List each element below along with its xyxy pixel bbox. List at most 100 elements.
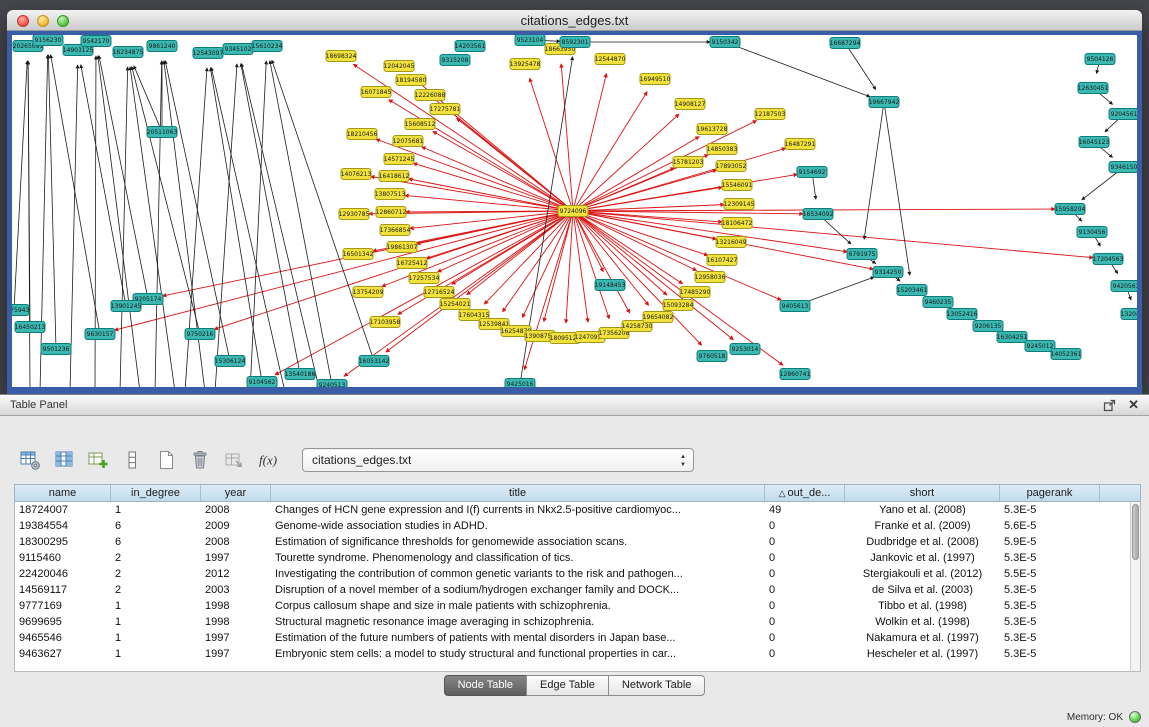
column-header-title[interactable]: title — [271, 485, 765, 501]
graph-node[interactable]: 19148453 — [595, 280, 626, 291]
import-table-icon[interactable] — [220, 446, 250, 473]
graph-node[interactable]: 9861240 — [147, 41, 177, 52]
graph-node[interactable]: 9130456 — [1077, 227, 1107, 238]
column-header-year[interactable]: year — [201, 485, 271, 501]
close-window-button[interactable] — [17, 15, 29, 27]
graph-node[interactable]: 9253014 — [730, 344, 760, 355]
network-canvas[interactable]: 9724096186983241204204516071845181945801… — [12, 35, 1137, 387]
graph-node[interactable]: 9315208 — [440, 55, 470, 66]
graph-node[interactable]: 9501236 — [41, 344, 71, 355]
graph-node[interactable]: 12958036 — [695, 272, 726, 283]
graph-node[interactable]: 15546091 — [722, 180, 753, 191]
graph-node[interactable]: 16418612 — [379, 171, 410, 182]
graph-node[interactable]: 18698324 — [326, 51, 357, 62]
table-row[interactable]: 946362711997Embryonic stem cells: a mode… — [15, 646, 1140, 662]
graph-node[interactable]: 8592301 — [560, 37, 590, 48]
graph-node[interactable]: 12544870 — [595, 54, 626, 65]
graph-node[interactable]: 12630451 — [1078, 83, 1109, 94]
graph-node[interactable]: 16487291 — [785, 139, 816, 150]
graph-node[interactable]: 9405613 — [780, 301, 810, 312]
graph-node[interactable]: 15610234 — [252, 41, 283, 52]
graph-node[interactable]: 13925478 — [510, 59, 541, 70]
graph-node[interactable]: 13540186 — [285, 369, 316, 380]
graph-node[interactable]: 16107427 — [707, 255, 738, 266]
table-row[interactable]: 946554611997Estimation of the future num… — [15, 630, 1140, 646]
column-header-pagerank[interactable]: pagerank — [1000, 485, 1100, 501]
column-header-out_degree[interactable]: △out_de... — [765, 485, 845, 501]
graph-node[interactable]: 16053142 — [359, 356, 390, 367]
graph-node[interactable]: 16450213 — [15, 322, 46, 333]
graph-node[interactable]: 16725412 — [397, 258, 428, 269]
graph-node[interactable]: 18210456 — [347, 129, 378, 140]
graph-node[interactable]: 13216049 — [716, 237, 747, 248]
graph-node[interactable]: 12716524 — [424, 287, 455, 298]
graph-node[interactable]: 9724096 — [558, 206, 588, 217]
graph-node[interactable]: 9542170 — [81, 36, 111, 47]
graph-node[interactable]: 9345102 — [223, 44, 253, 55]
graph-node[interactable]: 12309145 — [724, 199, 755, 210]
graph-node[interactable]: 15608512 — [405, 119, 436, 130]
edit-table-icon[interactable] — [84, 446, 114, 473]
graph-node[interactable]: 15254021 — [440, 299, 471, 310]
graph-node[interactable]: 9523104 — [515, 35, 545, 46]
new-document-icon[interactable] — [152, 446, 182, 473]
graph-node[interactable]: 18194580 — [396, 75, 427, 86]
minimize-window-button[interactable] — [37, 15, 49, 27]
table-selector-combobox[interactable]: citations_edges.txt ▲▼ — [302, 448, 694, 472]
network-window-titlebar[interactable]: citations_edges.txt — [7, 10, 1142, 31]
table-vertical-scrollbar[interactable] — [1130, 502, 1140, 671]
graph-node[interactable]: 9346150 — [1109, 162, 1137, 173]
scrollbar-thumb[interactable] — [1132, 504, 1139, 560]
graph-node[interactable]: 16687294 — [830, 38, 861, 49]
graph-node[interactable]: 17485290 — [680, 287, 711, 298]
function-icon[interactable]: f(x) — [254, 446, 284, 473]
graph-node[interactable]: 9156230 — [33, 35, 63, 46]
graph-node[interactable]: 19654082 — [643, 312, 674, 323]
column-header-name[interactable]: name — [15, 485, 111, 501]
zoom-window-button[interactable] — [57, 15, 69, 27]
graph-node[interactable]: 16234875 — [113, 47, 144, 58]
graph-node[interactable]: 14203561 — [455, 41, 486, 52]
graph-node[interactable]: 15306124 — [215, 356, 246, 367]
graph-node[interactable]: 16534092 — [803, 209, 834, 220]
graph-node[interactable]: 9314250 — [873, 267, 903, 278]
table-row[interactable]: 1456911722003Disruption of a novel membe… — [15, 582, 1140, 598]
float-panel-icon[interactable] — [1103, 399, 1116, 412]
graph-node[interactable]: 16045123 — [1079, 137, 1110, 148]
graph-node[interactable]: 13901245 — [111, 301, 142, 312]
graph-node[interactable]: 16501342 — [343, 249, 374, 260]
graph-node[interactable]: 16304251 — [997, 332, 1028, 343]
graph-node[interactable]: 9460235 — [923, 297, 953, 308]
graph-node[interactable]: 9104562 — [247, 377, 277, 388]
graph-node[interactable]: 9150342 — [710, 37, 740, 48]
tab-network-table[interactable]: Network Table — [608, 675, 706, 696]
graph-node[interactable]: 15781203 — [673, 157, 704, 168]
graph-node[interactable]: 9240513 — [317, 380, 347, 388]
graph-node[interactable]: 12860741 — [780, 369, 811, 380]
graph-node[interactable]: 9245012 — [1025, 341, 1055, 352]
graph-node[interactable]: 18106472 — [722, 218, 753, 229]
graph-node[interactable]: 16071845 — [361, 87, 392, 98]
table-row[interactable]: 911546021997Tourette syndrome. Phenomeno… — [15, 550, 1140, 566]
graph-node[interactable]: 17204563 — [1093, 254, 1124, 265]
graph-node[interactable]: 17893052 — [716, 161, 747, 172]
graph-node[interactable]: 13204519 — [1121, 309, 1137, 320]
table-columns-icon[interactable] — [50, 446, 80, 473]
graph-node[interactable]: 9630157 — [85, 329, 115, 340]
table-row[interactable]: 2242004622012Investigating the contribut… — [15, 566, 1140, 582]
graph-node[interactable]: 9760518 — [697, 351, 727, 362]
graph-node[interactable]: 13052416 — [947, 309, 978, 320]
graph-node[interactable]: 9206135 — [973, 321, 1003, 332]
graph-node[interactable]: 9504126 — [1085, 54, 1115, 65]
graph-node[interactable]: 14076213 — [341, 169, 372, 180]
graph-node[interactable]: 19861307 — [387, 242, 418, 253]
graph-node[interactable]: 14850383 — [707, 144, 738, 155]
graph-node[interactable]: 9420561 — [1111, 281, 1137, 292]
graph-node[interactable]: 20511063 — [147, 127, 178, 138]
graph-node[interactable]: 13754209 — [353, 287, 384, 298]
graph-node[interactable]: 13807513 — [375, 189, 406, 200]
tab-edge-table[interactable]: Edge Table — [526, 675, 609, 696]
graph-node[interactable]: 19667942 — [869, 97, 900, 108]
graph-node[interactable]: 15203461 — [897, 285, 928, 296]
column-header-short[interactable]: short — [845, 485, 1000, 501]
